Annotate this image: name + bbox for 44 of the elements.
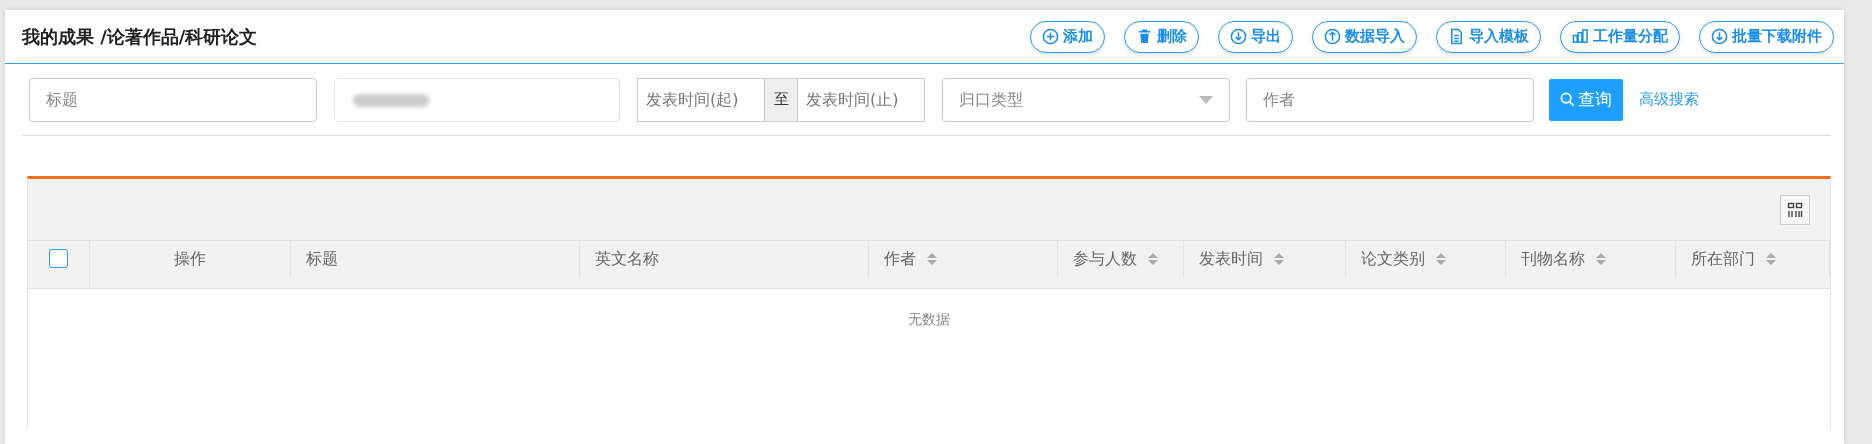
toolbar-button[interactable]: 导入模板 bbox=[1436, 20, 1541, 53]
column-header[interactable]: 参与人数 bbox=[1058, 241, 1184, 277]
toolbar-button[interactable]: 删除 bbox=[1124, 20, 1199, 53]
toolbar-button[interactable]: 添加 bbox=[1030, 20, 1105, 53]
download-icon bbox=[1230, 28, 1247, 45]
column-header[interactable]: 论文类别 bbox=[1346, 241, 1506, 277]
download-icon bbox=[1711, 28, 1728, 45]
sort-icon bbox=[1273, 251, 1285, 266]
empty-message: 无数据 bbox=[907, 310, 951, 329]
sort-icon bbox=[1595, 251, 1607, 266]
sort-icon bbox=[1435, 251, 1447, 266]
upload-icon bbox=[1324, 28, 1341, 45]
toolbar-button[interactable]: 工作量分配 bbox=[1560, 20, 1680, 53]
category-select[interactable]: 归口类型 bbox=[942, 77, 1230, 122]
title-field[interactable]: 标题 bbox=[29, 77, 317, 122]
date-start-field[interactable]: 发表时间(起) bbox=[637, 77, 765, 122]
date-separator: 至 bbox=[765, 77, 797, 122]
column-header[interactable]: 所在部门 bbox=[1676, 241, 1830, 277]
columns-button[interactable] bbox=[1780, 194, 1810, 225]
sort-icon bbox=[1765, 251, 1777, 266]
toolbar-button[interactable]: 批量下载附件 bbox=[1699, 20, 1834, 53]
trash-icon bbox=[1136, 28, 1153, 45]
date-end-field[interactable]: 发表时间(止) bbox=[797, 77, 925, 122]
advanced-search-link[interactable]: 高级搜索 bbox=[1639, 88, 1699, 111]
sort-icon bbox=[926, 251, 938, 266]
document-icon bbox=[1448, 28, 1465, 45]
select-all-checkbox[interactable] bbox=[49, 249, 68, 269]
columns-icon bbox=[1787, 201, 1803, 218]
column-header: 英文名称 bbox=[580, 241, 869, 277]
page-title: 我的成果 /论著作品/科研论文 bbox=[22, 25, 258, 49]
toolbar-button[interactable]: 数据导入 bbox=[1312, 20, 1417, 53]
column-header[interactable]: 刊物名称 bbox=[1506, 241, 1676, 277]
search-icon bbox=[1560, 92, 1575, 107]
dropdown-arrow-icon bbox=[1199, 95, 1213, 104]
toolbar-button[interactable]: 导出 bbox=[1218, 20, 1293, 53]
column-header[interactable]: 作者 bbox=[869, 241, 1058, 277]
column-header: 标题 bbox=[291, 241, 580, 277]
search-button[interactable]: 查询 bbox=[1549, 78, 1623, 121]
column-header: 操作 bbox=[90, 241, 291, 277]
sort-icon bbox=[1147, 251, 1159, 266]
blurred-field[interactable] bbox=[334, 77, 620, 122]
column-header[interactable]: 发表时间 bbox=[1184, 241, 1346, 277]
author-field[interactable]: 作者 bbox=[1246, 77, 1534, 122]
plus-icon bbox=[1042, 28, 1059, 45]
